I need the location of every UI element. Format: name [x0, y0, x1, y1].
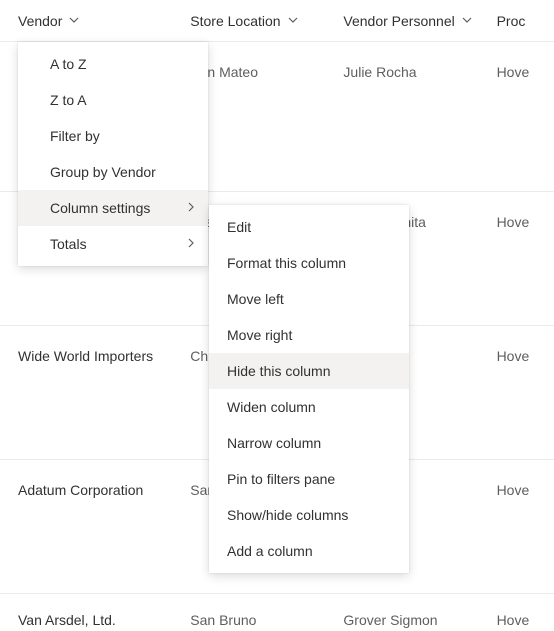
- menu-item-show-hide-columns[interactable]: Show/hide columns: [209, 497, 409, 533]
- menu-item-label: Move left: [227, 291, 284, 307]
- menu-item-label: Hide this column: [227, 363, 331, 379]
- chevron-down-icon: [287, 14, 299, 28]
- table-row[interactable]: Van Arsdel, Ltd. San Bruno Grover Sigmon…: [0, 594, 554, 631]
- menu-item-label: Narrow column: [227, 435, 321, 451]
- menu-item-widen-column[interactable]: Widen column: [209, 389, 409, 425]
- cell-extra: Hove: [497, 64, 554, 80]
- menu-item-filter-by[interactable]: Filter by: [18, 118, 208, 154]
- column-header-vendor[interactable]: Vendor: [18, 13, 190, 29]
- cell-vendor: Van Arsdel, Ltd.: [18, 612, 190, 628]
- menu-item-hide-column[interactable]: Hide this column: [209, 353, 409, 389]
- menu-item-label: A to Z: [50, 56, 87, 72]
- menu-item-label: Add a column: [227, 543, 313, 559]
- column-header-row: Vendor Store Location Vendor Personnel P…: [0, 0, 554, 42]
- menu-item-group-by[interactable]: Group by Vendor: [18, 154, 208, 190]
- cell-store: San Mateo: [190, 64, 343, 80]
- cell-extra: Hove: [497, 348, 554, 364]
- column-settings-submenu: Edit Format this column Move left Move r…: [209, 205, 409, 573]
- menu-item-label: Filter by: [50, 128, 100, 144]
- menu-item-move-right[interactable]: Move right: [209, 317, 409, 353]
- cell-vendor: Adatum Corporation: [18, 482, 190, 498]
- cell-store: San Bruno: [190, 612, 343, 628]
- menu-item-label: Totals: [50, 236, 87, 252]
- menu-item-label: Show/hide columns: [227, 507, 348, 523]
- menu-item-label: Column settings: [50, 200, 150, 216]
- menu-item-label: Widen column: [227, 399, 316, 415]
- menu-item-format-column[interactable]: Format this column: [209, 245, 409, 281]
- menu-item-move-left[interactable]: Move left: [209, 281, 409, 317]
- menu-item-label: Format this column: [227, 255, 346, 271]
- column-header-label: Vendor Personnel: [343, 13, 454, 29]
- chevron-right-icon: [186, 202, 196, 215]
- cell-personnel: Grover Sigmon: [343, 612, 496, 628]
- menu-item-totals[interactable]: Totals: [18, 226, 208, 262]
- menu-item-narrow-column[interactable]: Narrow column: [209, 425, 409, 461]
- column-header-extra[interactable]: Proc: [497, 13, 554, 29]
- menu-item-sort-za[interactable]: Z to A: [18, 82, 208, 118]
- menu-item-label: Group by Vendor: [50, 164, 156, 180]
- chevron-down-icon: [68, 14, 80, 28]
- menu-item-label: Pin to filters pane: [227, 471, 335, 487]
- column-header-label: Vendor: [18, 13, 62, 29]
- cell-extra: Hove: [497, 612, 554, 628]
- menu-item-edit[interactable]: Edit: [209, 209, 409, 245]
- cell-extra: Hove: [497, 482, 554, 498]
- cell-extra: Hove: [497, 214, 554, 230]
- column-header-label: Store Location: [190, 13, 280, 29]
- column-header-store[interactable]: Store Location: [190, 13, 343, 29]
- menu-item-column-settings[interactable]: Column settings: [18, 190, 208, 226]
- chevron-down-icon: [461, 14, 473, 28]
- column-context-menu: A to Z Z to A Filter by Group by Vendor …: [18, 42, 208, 266]
- column-header-label: Proc: [497, 13, 526, 29]
- column-header-personnel[interactable]: Vendor Personnel: [343, 13, 496, 29]
- chevron-right-icon: [186, 238, 196, 251]
- menu-item-add-column[interactable]: Add a column: [209, 533, 409, 569]
- menu-item-label: Move right: [227, 327, 292, 343]
- menu-item-pin-filters[interactable]: Pin to filters pane: [209, 461, 409, 497]
- menu-item-sort-az[interactable]: A to Z: [18, 46, 208, 82]
- menu-item-label: Edit: [227, 219, 251, 235]
- cell-vendor: Wide World Importers: [18, 348, 190, 364]
- menu-item-label: Z to A: [50, 92, 87, 108]
- cell-personnel: Julie Rocha: [343, 64, 496, 80]
